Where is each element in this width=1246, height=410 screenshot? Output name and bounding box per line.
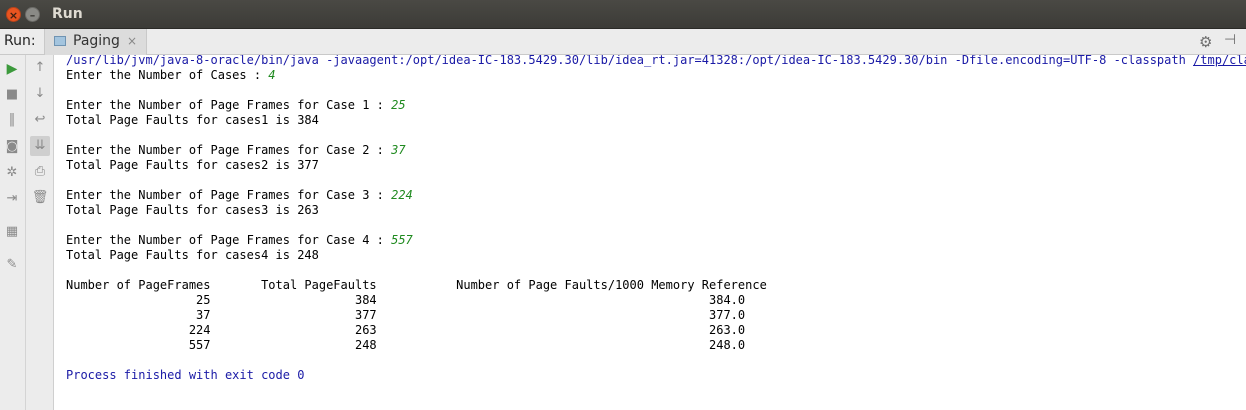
exit-message: Process finished with exit code 0 (66, 368, 305, 382)
window-title: Run (52, 6, 83, 22)
command-text: /usr/lib/jvm/java-8-oracle/bin/java -jav… (66, 55, 1194, 67)
hide-panel-icon[interactable]: ⊣ (1224, 32, 1236, 48)
table-row: 557 248 248.0 (66, 338, 746, 352)
arrow-down-icon[interactable]: ↓ (30, 84, 50, 104)
table-row: 37 377 377.0 (66, 308, 746, 322)
run-label: Run: (4, 33, 36, 49)
classpath-link[interactable]: /tmp/classpath (1193, 55, 1246, 67)
prompt-text: Enter the Number of Page Frames for Case… (66, 98, 392, 112)
table-header: Number of PageFrames Total PageFaults Nu… (66, 278, 767, 292)
rerun-icon[interactable]: ▶ (2, 59, 22, 79)
arrow-up-icon[interactable]: ↑ (30, 58, 50, 78)
user-input: 37 (391, 143, 406, 157)
case-result-line: Total Page Faults for cases2 is 377 (66, 158, 319, 172)
tab-label: Paging (73, 33, 120, 49)
stop-icon[interactable]: ■ (2, 85, 22, 105)
table-row: 224 263 263.0 (66, 323, 746, 337)
tab-close-icon[interactable]: × (127, 34, 137, 48)
case-prompt-line: Enter the Number of Page Frames for Case… (66, 188, 413, 203)
layout-icon[interactable]: ▦ (2, 222, 22, 242)
tab-paging[interactable]: Paging × (44, 29, 147, 55)
gear-icon[interactable]: ⚙ (1199, 33, 1212, 51)
user-input: 25 (391, 98, 406, 112)
user-input: 557 (391, 233, 413, 247)
user-input: 4 (268, 68, 276, 82)
soft-wrap-icon[interactable]: ↩ (30, 110, 50, 130)
prompt-text: Enter the Number of Page Frames for Case… (66, 143, 392, 157)
prompt-text: Enter the Number of Page Frames for Case… (66, 233, 392, 247)
print-icon[interactable]: ⎙ (30, 162, 50, 182)
case-result-line: Total Page Faults for cases1 is 384 (66, 113, 319, 127)
command-line: /usr/lib/jvm/java-8-oracle/bin/java -jav… (66, 55, 1246, 68)
run-tab-bar: Run: Paging × ⚙ ⊣ (0, 29, 1246, 55)
prompt-text: Enter the Number of Cases : (66, 68, 269, 82)
close-window-button[interactable]: × (6, 7, 21, 22)
trash-icon[interactable]: 🗑 (30, 188, 50, 208)
scroll-to-end-icon[interactable]: ⇊ (30, 136, 50, 156)
run-toolbar: ▶ ■ ‖ ◙ ✲ ⇥ ▦ ✎ (0, 55, 26, 410)
bug-icon[interactable]: ✲ (2, 163, 22, 183)
case-result-line: Total Page Faults for cases4 is 248 (66, 248, 319, 262)
minimize-window-button[interactable]: – (25, 7, 40, 22)
console-toolbar: ↑ ↓ ↩ ⇊ ⎙ 🗑 (26, 55, 54, 410)
cases-prompt-line: Enter the Number of Cases : 4 (66, 68, 276, 83)
user-input: 224 (391, 188, 413, 202)
console-output[interactable]: /usr/lib/jvm/java-8-oracle/bin/java -jav… (54, 55, 1246, 410)
title-bar: × – Run (0, 0, 1246, 29)
table-row: 25 384 384.0 (66, 293, 746, 307)
case-prompt-line: Enter the Number of Page Frames for Case… (66, 143, 406, 158)
pause-icon[interactable]: ‖ (2, 110, 22, 130)
prompt-text: Enter the Number of Page Frames for Case… (66, 188, 392, 202)
case-prompt-line: Enter the Number of Page Frames for Case… (66, 98, 406, 113)
console-icon (54, 36, 66, 46)
exit-icon[interactable]: ⇥ (2, 189, 22, 209)
case-result-line: Total Page Faults for cases3 is 263 (66, 203, 319, 217)
pin-icon[interactable]: ✎ (2, 255, 22, 275)
case-prompt-line: Enter the Number of Page Frames for Case… (66, 233, 413, 248)
camera-icon[interactable]: ◙ (2, 137, 22, 157)
